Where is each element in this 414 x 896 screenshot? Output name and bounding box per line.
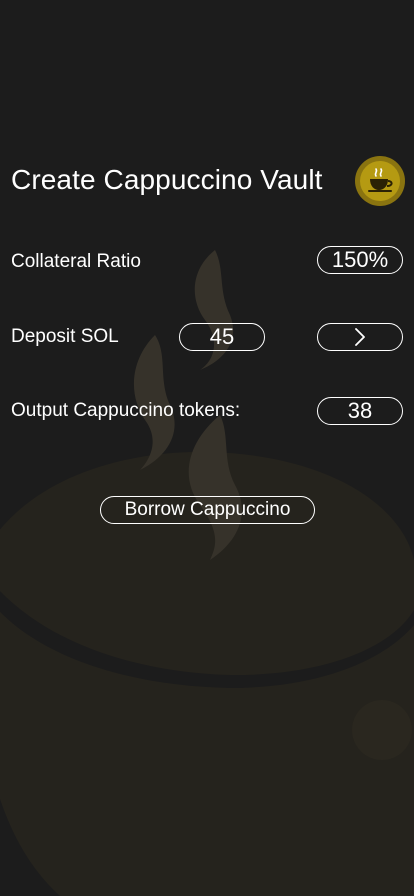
deposit-next-button[interactable]: [317, 323, 403, 351]
cappuccino-cup-icon: [354, 155, 406, 207]
collateral-ratio-value: 150%: [317, 246, 403, 274]
deposit-sol-input[interactable]: [179, 323, 265, 351]
collateral-ratio-label: Collateral Ratio: [11, 251, 141, 272]
chevron-right-icon: [355, 328, 365, 346]
page-title: Create Cappuccino Vault: [11, 164, 323, 195]
deposit-sol-label: Deposit SOL: [11, 326, 119, 347]
borrow-cappuccino-button[interactable]: Borrow Cappuccino: [100, 496, 315, 524]
output-tokens-value: 38: [317, 397, 403, 425]
output-tokens-label: Output Cappuccino tokens:: [11, 400, 241, 421]
